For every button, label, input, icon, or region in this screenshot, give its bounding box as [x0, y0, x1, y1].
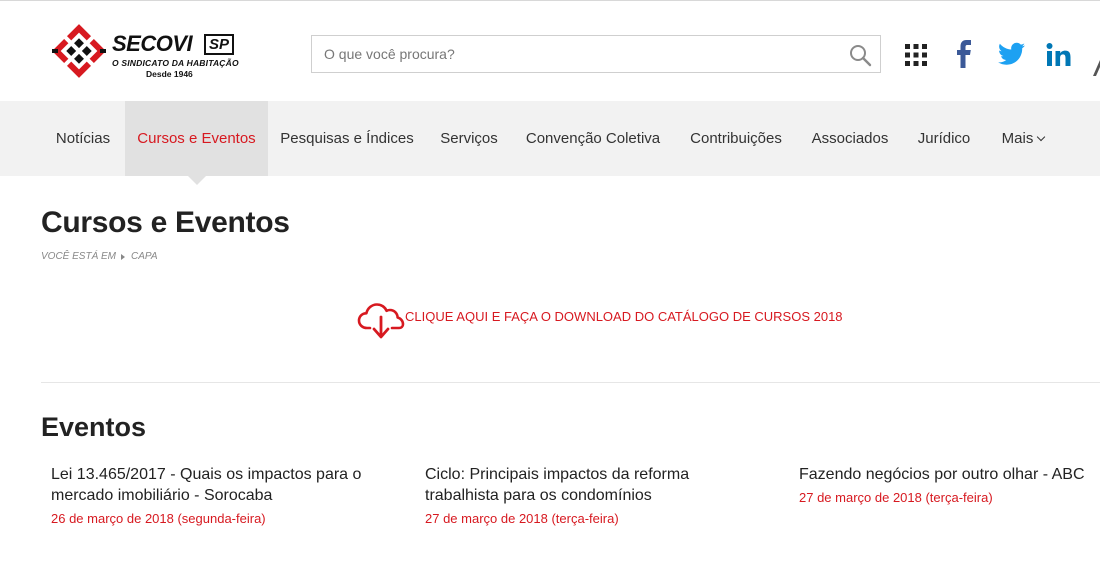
events-section-title: Eventos [41, 412, 147, 442]
nav-active-pointer [188, 176, 206, 185]
nav-item-label: Associados [811, 130, 889, 147]
nav-item-mais[interactable]: Mais [986, 101, 1060, 176]
facebook-icon[interactable] [954, 40, 974, 68]
nav-item-noticias[interactable]: Notícias [41, 101, 125, 176]
apps-grid-icon[interactable] [905, 44, 927, 66]
cloud-download-icon [357, 303, 405, 339]
nav-item-label: Jurídico [917, 130, 971, 147]
event-card[interactable]: Fazendo negócios por outro olhar - ABC 2… [799, 464, 1100, 505]
search-icon[interactable] [848, 43, 872, 67]
main-nav: Notícias Cursos e Eventos Pesquisas e Ín… [0, 101, 1100, 176]
nav-item-label: Serviços [440, 130, 498, 147]
page-title: Cursos e Eventos [41, 206, 290, 239]
logo-name: SECOVI [112, 31, 193, 56]
site-header: SECOVI SP O SINDICATO DA HABITAÇÃO Desde… [0, 0, 1100, 101]
nav-item-cursos-e-eventos[interactable]: Cursos e Eventos [125, 101, 268, 176]
section-divider [41, 382, 1100, 383]
twitter-icon[interactable] [998, 42, 1025, 66]
event-date: 26 de março de 2018 (segunda-feira) [51, 511, 266, 526]
event-card[interactable]: Ciclo: Principais impactos da reforma tr… [425, 464, 745, 526]
search-input[interactable] [312, 36, 837, 72]
download-catalog-link[interactable]: CLIQUE AQUI E FAÇA O DOWNLOAD DO CATÁLOG… [357, 299, 843, 343]
nav-item-pesquisas-e-indices[interactable]: Pesquisas e Índices [268, 101, 426, 176]
breadcrumb-item-capa[interactable]: CAPA [131, 251, 158, 262]
nav-item-associados[interactable]: Associados [798, 101, 902, 176]
nav-item-label: Contribuições [690, 130, 782, 147]
partial-icon [1093, 60, 1100, 76]
download-catalog-label: CLIQUE AQUI E FAÇA O DOWNLOAD DO CATÁLOG… [405, 309, 843, 324]
logo-region: SP [204, 34, 235, 55]
event-title: Fazendo negócios por outro olhar - ABC [799, 466, 1085, 483]
nav-item-label: Cursos e Eventos [137, 130, 256, 147]
linkedin-icon[interactable] [1046, 42, 1072, 68]
logo-since: Desde 1946 [146, 69, 193, 79]
secovi-logo-mark-icon [52, 24, 106, 78]
nav-item-servicos[interactable]: Serviços [426, 101, 512, 176]
nav-item-contribuicoes[interactable]: Contribuições [674, 101, 798, 176]
search-box [311, 35, 881, 73]
nav-item-convencao-coletiva[interactable]: Convenção Coletiva [512, 101, 674, 176]
nav-item-label: Convenção Coletiva [525, 130, 661, 147]
header-top-border [0, 0, 1100, 1]
secovi-logo[interactable]: SECOVI SP O SINDICATO DA HABITAÇÃO Desde… [50, 22, 240, 82]
breadcrumb: VOCÊ ESTÁ EM CAPA [41, 251, 158, 262]
nav-item-label: Pesquisas e Índices [280, 130, 414, 147]
breadcrumb-arrow-icon [121, 253, 126, 260]
nav-item-label: Mais [1001, 130, 1034, 147]
event-card[interactable]: Lei 13.465/2017 - Quais os impactos para… [51, 464, 381, 526]
chevron-down-icon [1037, 132, 1046, 141]
nav-item-juridico[interactable]: Jurídico [902, 101, 986, 176]
breadcrumb-prefix: VOCÊ ESTÁ EM [41, 251, 117, 262]
nav-item-label: Notícias [55, 130, 111, 147]
logo-subtitle: O SINDICATO DA HABITAÇÃO [112, 58, 239, 68]
event-date: 27 de março de 2018 (terça-feira) [425, 511, 619, 526]
event-date: 27 de março de 2018 (terça-feira) [799, 490, 993, 505]
event-title: Ciclo: Principais impactos da reforma tr… [425, 466, 690, 504]
event-title: Lei 13.465/2017 - Quais os impactos para… [51, 466, 362, 504]
